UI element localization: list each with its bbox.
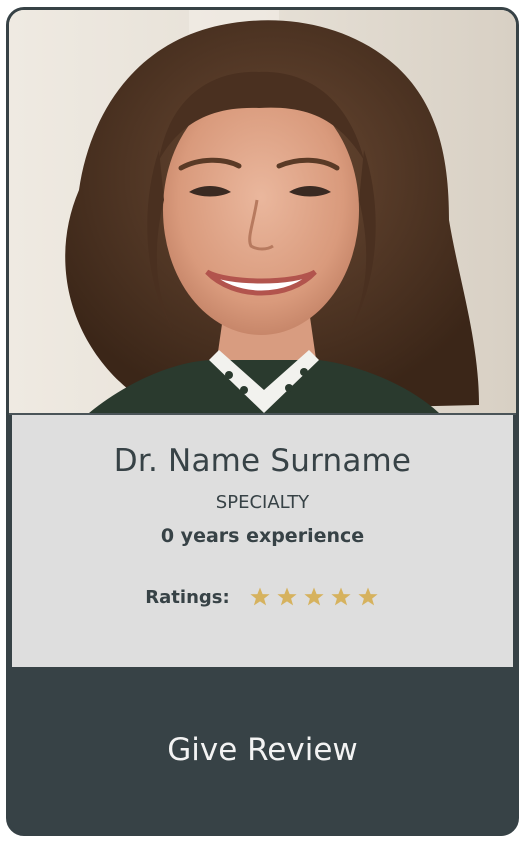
ratings-stars <box>248 585 380 609</box>
give-review-button[interactable]: Give Review <box>9 667 516 833</box>
doctor-photo <box>9 10 516 415</box>
doctor-experience: 0 years experience <box>160 525 365 547</box>
star-icon <box>358 587 378 606</box>
doctor-name: Dr. Name Surname <box>113 443 412 479</box>
doctor-portrait-image <box>9 10 516 413</box>
star-icon <box>331 587 351 606</box>
star-icon <box>277 587 297 606</box>
doctor-card: Dr. Name Surname SPECIALTY 0 years exper… <box>6 7 519 836</box>
ratings-row: Ratings: <box>12 585 513 609</box>
star-icon <box>304 587 324 606</box>
review-area: Give Review <box>9 667 516 833</box>
star-icon <box>250 587 270 606</box>
ratings-label: Ratings: <box>145 586 230 608</box>
doctor-info-panel: Dr. Name Surname SPECIALTY 0 years exper… <box>12 415 513 667</box>
doctor-specialty: SPECIALTY <box>215 492 310 513</box>
